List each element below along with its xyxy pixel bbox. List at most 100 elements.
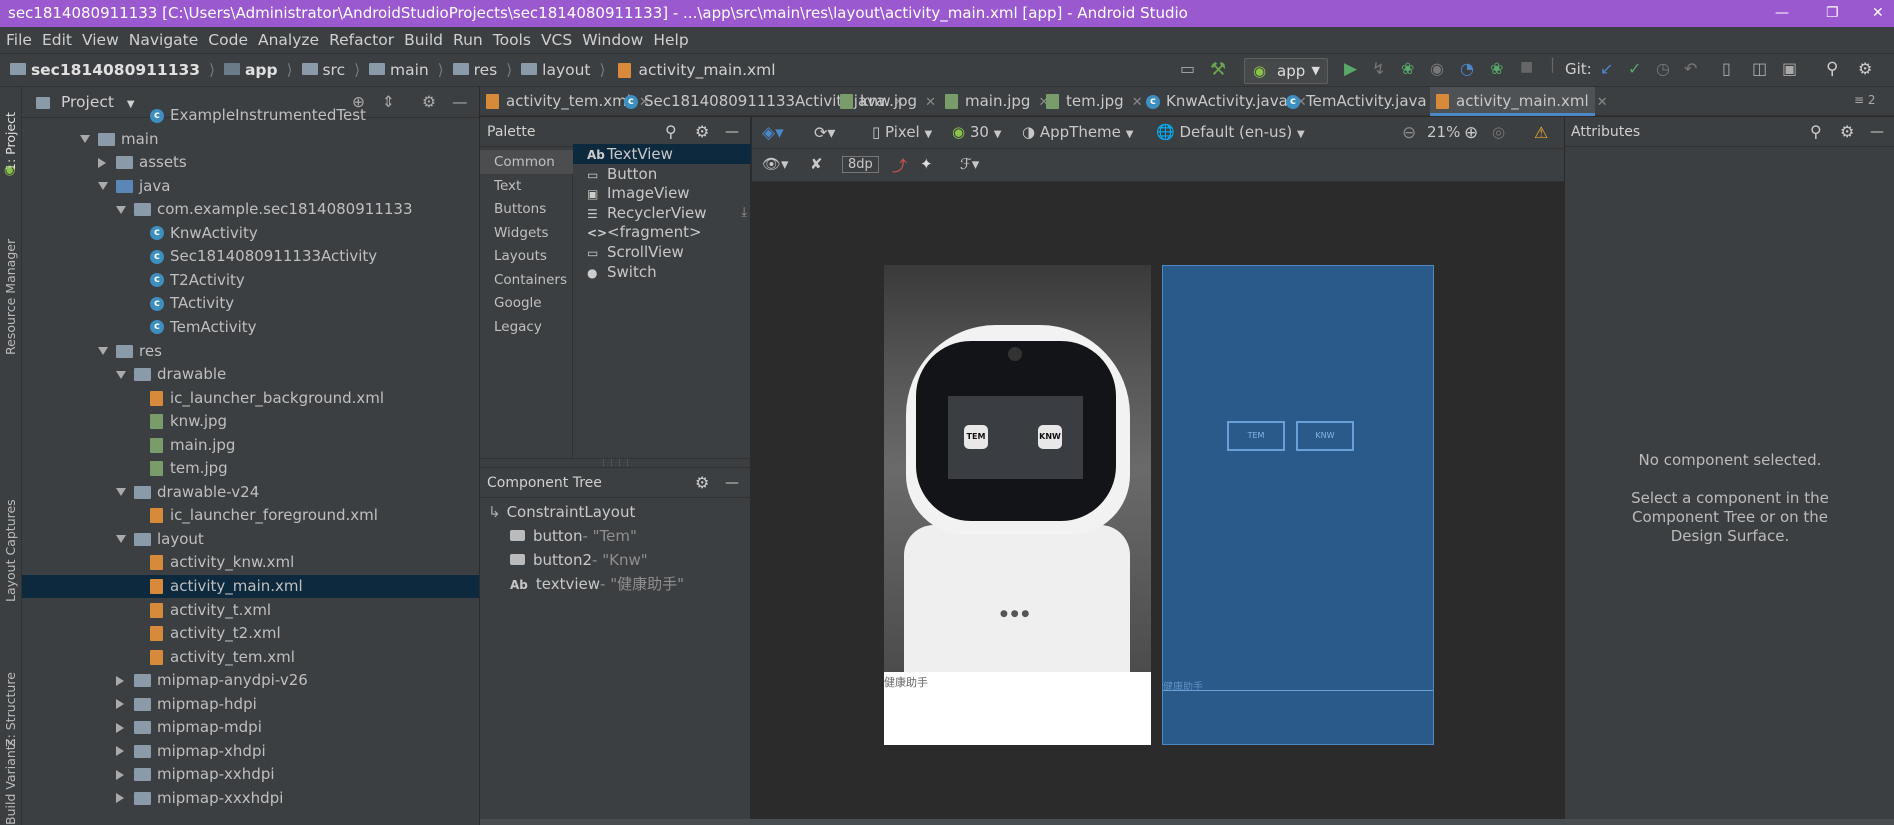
collapse-arrow-icon[interactable] (116, 675, 124, 686)
autoconnect-icon[interactable]: ✘ (810, 155, 823, 173)
palette-item[interactable]: ▭ ScrollView (573, 242, 751, 262)
editor-tab[interactable]: cTemActivity.java✕ (1280, 87, 1446, 116)
close-icon[interactable]: ✕ (1872, 0, 1884, 27)
editor-tab[interactable]: c KnwActivity.java ✕ (1140, 87, 1307, 116)
tree-item[interactable]: main.jpg (22, 434, 479, 457)
debug-icon[interactable]: ❀ (1401, 59, 1414, 83)
menu-file[interactable]: File (0, 27, 37, 53)
default-margin-select[interactable]: 8dp (842, 156, 879, 173)
close-tab-icon[interactable]: ✕ (1597, 95, 1608, 110)
tree-item[interactable]: activity_knw.xml (22, 551, 479, 574)
collapse-arrow-icon[interactable] (98, 157, 106, 168)
tree-item[interactable]: c T2Activity (22, 269, 479, 292)
git-update-icon[interactable]: ↙ (1600, 59, 1613, 83)
tool-tab-build-variants[interactable]: Build Variants (3, 739, 18, 825)
search-icon[interactable]: ⚲ (1810, 117, 1822, 147)
stop-icon[interactable]: ■ (1520, 59, 1533, 83)
expand-arrow-icon[interactable] (98, 347, 108, 355)
git-rollback-icon[interactable]: ↶ (1684, 59, 1697, 83)
editor-tab[interactable]: c Sec1814080911133Activity.java ✕ (618, 87, 904, 116)
hide-panel-icon[interactable]: — (1870, 117, 1884, 147)
tree-item[interactable]: c ExampleInstrumentedTest (22, 104, 479, 127)
expand-arrow-icon[interactable] (98, 182, 108, 191)
tree-node-button[interactable]: button- "Tem" (510, 524, 637, 548)
horizontal-scrollbar[interactable] (480, 819, 1894, 825)
tree-item[interactable]: mipmap-xhdpi (22, 740, 479, 763)
palette-category-text[interactable]: Text (480, 174, 573, 198)
preview-caption-text[interactable]: 健康助手 (884, 674, 928, 690)
collapse-arrow-icon[interactable] (116, 722, 124, 733)
tree-node-button2[interactable]: button2- "Knw" (510, 548, 648, 572)
tree-item[interactable]: res (22, 340, 479, 363)
tree-item[interactable]: c TActivity (22, 292, 479, 315)
run-config-select[interactable]: ◉ app ▼ (1244, 58, 1328, 84)
tree-item[interactable]: mipmap-anydpi-v26 (22, 669, 479, 692)
tree-item[interactable]: c Sec1814080911133Activity (22, 245, 479, 268)
tree-node-constraintlayout[interactable]: ↳ ConstraintLayout (488, 500, 635, 524)
gear-icon[interactable]: ⚙ (695, 117, 709, 147)
minimize-icon[interactable]: — (1775, 0, 1789, 27)
palette-item[interactable]: ☰ RecyclerView ⤓ (573, 203, 751, 223)
menu-vcs[interactable]: VCS (536, 27, 577, 53)
editor-tab[interactable]: knw.jpg ✕ (834, 87, 937, 116)
menu-refactor[interactable]: Refactor (324, 27, 399, 53)
breadcrumb-layout[interactable]: layout (542, 61, 590, 79)
palette-category-layouts[interactable]: Layouts (480, 244, 573, 268)
coverage-icon[interactable]: ❀ (1490, 59, 1503, 83)
tree-item[interactable]: activity_main.xml (22, 575, 479, 598)
tool-tab-resource-manager[interactable]: Resource Manager (3, 205, 18, 355)
restore-icon[interactable]: ❐ (1826, 0, 1839, 27)
tree-item[interactable]: tem.jpg (22, 457, 479, 480)
zoom-out-icon[interactable]: ⊖ (1402, 123, 1416, 143)
tree-item[interactable]: knw.jpg (22, 410, 479, 433)
editor-tab[interactable]: activity_tem.xml ✕ (480, 87, 650, 116)
tree-item[interactable]: ic_launcher_foreground.xml (22, 504, 479, 527)
tree-item[interactable]: mipmap-hdpi (22, 693, 479, 716)
palette-category-google[interactable]: Google (480, 291, 573, 315)
tool-tab-structure[interactable]: Z: Structure (3, 647, 18, 747)
blueprint-preview[interactable]: TEM KNW 健康助手 (1162, 265, 1434, 745)
blueprint-tem-button[interactable]: TEM (1227, 421, 1285, 451)
menu-window[interactable]: Window (577, 27, 648, 53)
expand-arrow-icon[interactable] (116, 370, 126, 379)
breadcrumb-src[interactable]: src (322, 61, 345, 79)
run-icon[interactable]: ▶ (1344, 59, 1357, 83)
warning-icon[interactable]: ⚠ (1534, 123, 1548, 142)
design-preview[interactable]: ● ● ● TEM KNW 健康助手 (884, 265, 1151, 745)
preview-knw-button[interactable]: KNW (1038, 425, 1062, 449)
orientation-icon[interactable]: ⟳▾ (814, 123, 835, 142)
tabs-overflow[interactable]: ≡ 2 (1854, 93, 1876, 107)
menu-edit[interactable]: Edit (37, 27, 77, 53)
settings-icon[interactable]: ⚙ (1858, 59, 1872, 83)
tree-item[interactable]: activity_t2.xml (22, 622, 479, 645)
palette-category-widgets[interactable]: Widgets (480, 221, 573, 245)
api-level-select[interactable]: ◉ 30 ▼ (952, 123, 1001, 141)
expand-arrow-icon[interactable] (80, 135, 90, 144)
palette-category-common[interactable]: Common (480, 150, 573, 174)
palette-category-containers[interactable]: Containers (480, 268, 573, 292)
expand-arrow-icon[interactable] (116, 535, 126, 544)
hide-panel-icon[interactable]: — (725, 117, 739, 147)
breadcrumb-project[interactable]: sec1814080911133 (31, 61, 200, 79)
search-icon[interactable]: ⚲ (665, 117, 677, 147)
tree-item[interactable]: main (22, 128, 479, 151)
zoom-fit-icon[interactable]: ◎ (1492, 123, 1505, 141)
collapse-arrow-icon[interactable] (116, 769, 124, 780)
zoom-in-icon[interactable]: ⊕ (1464, 123, 1478, 143)
locale-select[interactable]: 🌐 Default (en-us) ▼ (1156, 123, 1305, 141)
tree-item[interactable]: activity_t.xml (22, 599, 479, 622)
tree-item[interactable]: java (22, 175, 479, 198)
palette-item[interactable]: <><fragment> (573, 222, 751, 242)
gear-icon[interactable]: ⚙ (695, 468, 709, 498)
palette-category-buttons[interactable]: Buttons (480, 197, 573, 221)
blueprint-knw-button[interactable]: KNW (1296, 421, 1354, 451)
palette-item[interactable]: ▣ ImageView (573, 183, 751, 203)
clear-constraints-icon[interactable]: ⤴ (892, 155, 907, 176)
project-structure-icon[interactable]: ▣ (1782, 59, 1797, 83)
tree-item[interactable]: c TemActivity (22, 316, 479, 339)
device-manager-icon[interactable]: ▭ (1180, 59, 1195, 83)
search-everywhere-icon[interactable]: ⚲ (1826, 59, 1838, 83)
menu-build[interactable]: Build (399, 27, 448, 53)
menu-tools[interactable]: Tools (488, 27, 536, 53)
guidelines-icon[interactable]: ℱ▾ (960, 155, 979, 173)
